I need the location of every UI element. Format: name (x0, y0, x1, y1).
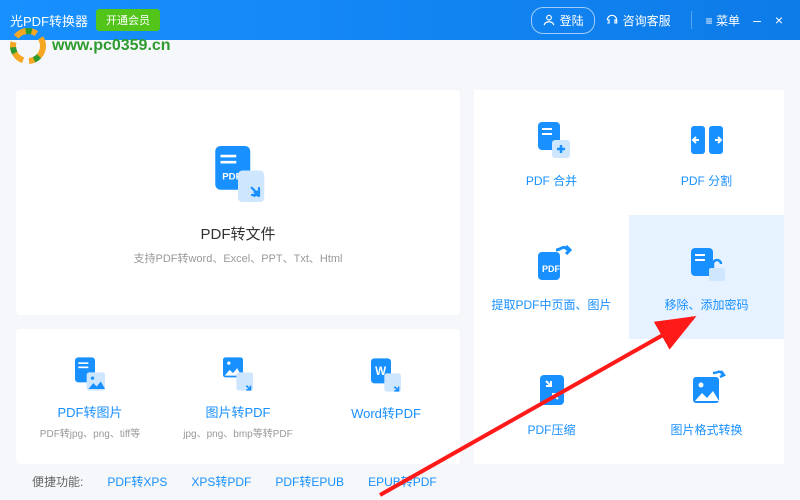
content-area: PDF PDF转文件 支持PDF转word、Excel、PPT、Txt、Html… (0, 40, 800, 474)
lock-icon (683, 240, 731, 288)
menu-button[interactable]: ≡ 菜单 (706, 12, 740, 29)
pdf-extract-card[interactable]: PDF 提取PDF中页面、图片 (474, 215, 629, 340)
tools-grid: PDF 合并 PDF 分割 PDF 提取PDF中页面、图片 移除、添加密码 PD… (474, 90, 784, 464)
extract-icon: PDF (528, 240, 576, 288)
quick-links-label: 便捷功能: (32, 473, 83, 490)
word-to-pdf-card[interactable]: W Word转PDF (312, 329, 460, 464)
conversion-row: PDF转图片 PDF转jpg、png、tiff等 图片转PDF jpg、png、… (16, 329, 460, 464)
pdf-compress-card[interactable]: PDF压缩 (474, 339, 629, 464)
watermark: www.pc0359.cn (10, 28, 171, 64)
pdf-to-file-card[interactable]: PDF PDF转文件 支持PDF转word、Excel、PPT、Txt、Html (16, 90, 460, 315)
user-icon (542, 13, 556, 27)
pdf-password-card[interactable]: 移除、添加密码 (629, 215, 784, 340)
merge-icon (528, 116, 576, 164)
image-convert-icon (683, 365, 731, 413)
login-button[interactable]: 登陆 (531, 7, 595, 34)
close-button[interactable]: × (768, 12, 790, 28)
quick-link[interactable]: EPUB转PDF (368, 473, 437, 490)
image-to-pdf-card[interactable]: 图片转PDF jpg、png、bmp等转PDF (164, 329, 312, 464)
watermark-url: www.pc0359.cn (52, 37, 171, 55)
compress-icon (528, 365, 576, 413)
support-button[interactable]: 咨询客服 (595, 8, 681, 33)
site-logo-icon (10, 28, 46, 64)
minimize-button[interactable]: – (746, 12, 768, 28)
quick-link[interactable]: PDF转EPUB (275, 473, 344, 490)
card-title: PDF转文件 (200, 223, 275, 244)
svg-text:PDF: PDF (542, 264, 561, 274)
quick-link[interactable]: PDF转XPS (107, 473, 167, 490)
pdf-merge-card[interactable]: PDF 合并 (474, 90, 629, 215)
word-pdf-icon: W (366, 355, 406, 395)
quick-links-bar: 便捷功能: PDF转XPS XPS转PDF PDF转EPUB EPUB转PDF (32, 473, 437, 490)
card-subtitle: 支持PDF转word、Excel、PPT、Txt、Html (133, 250, 342, 266)
split-icon (683, 116, 731, 164)
headset-icon (605, 13, 619, 27)
image-convert-card[interactable]: 图片格式转换 (629, 339, 784, 464)
quick-link[interactable]: XPS转PDF (191, 473, 251, 490)
pdf-file-icon: PDF (203, 139, 273, 209)
pdf-split-card[interactable]: PDF 分割 (629, 90, 784, 215)
pdf-to-image-card[interactable]: PDF转图片 PDF转jpg、png、tiff等 (16, 329, 164, 464)
pdf-image-icon (70, 354, 110, 394)
image-pdf-icon (218, 354, 258, 394)
app-title: 光PDF转换器 (10, 11, 88, 30)
